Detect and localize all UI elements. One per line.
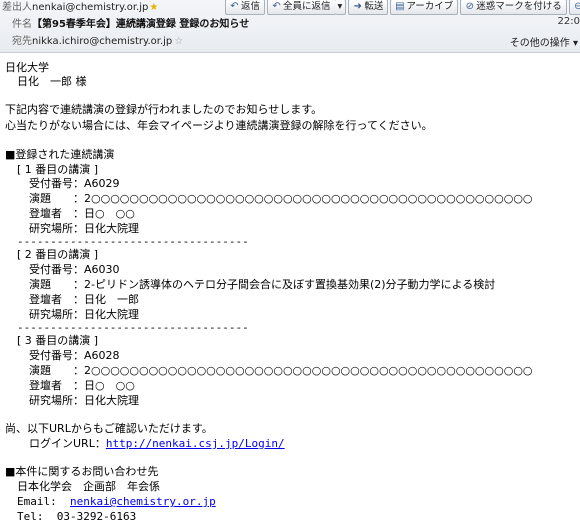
login-label: ログインURL： bbox=[29, 437, 106, 450]
reply-icon: ↶ bbox=[230, 1, 239, 12]
junk-icon: ⊘ bbox=[465, 1, 474, 12]
message-header: 差出人 nenkai@chemistry.or.jp★ ↶ 返信 ↶ 全員に返信 ▾ ➜ 転… bbox=[0, 0, 580, 53]
login-line: ログインURL：http://nenkai.csj.jp/Login/ bbox=[29, 436, 285, 451]
talk-3-place: 研究場所：日化大院理 bbox=[29, 394, 139, 407]
talk-3-title: 演題 ：2○○○○○○○○○○○○○○○○○○○○○○○○○○○○○○○○○○○… bbox=[29, 364, 533, 377]
subject-row: 件名 【第95春季年会】連続講演登録 登録のお知らせ bbox=[0, 17, 580, 33]
junk-button[interactable]: ⊘ 迷惑マークを付ける bbox=[460, 0, 567, 15]
to-label: 宛先 bbox=[12, 36, 32, 47]
section-title: ■登録された連続講演 bbox=[5, 148, 115, 161]
junk-label: 迷惑マークを付ける bbox=[476, 1, 562, 12]
talk-1-number: 受付番号：A6029 bbox=[29, 177, 120, 190]
delete-button[interactable]: ⊖削 bbox=[568, 0, 580, 15]
talk-3-heading: [ 3 番目の講演 ] bbox=[17, 334, 99, 347]
subject-text: 【第95春季年会】連続講演登録 登録のお知らせ bbox=[32, 19, 250, 30]
contact-email-link[interactable]: nenkai@chemistry.or.jp bbox=[70, 495, 216, 508]
from-label: 差出人 bbox=[2, 2, 32, 13]
reply-options-dropdown[interactable]: ▾ bbox=[334, 0, 347, 15]
contact-tel: Tel: 03-3292-6163 bbox=[17, 510, 137, 523]
talk-2-title: 演題 ：2-ピリドン誘導体のヘテロ分子間会合に及ぼす置換基効果(2)分子動力学に… bbox=[29, 278, 496, 291]
archive-label: アーカイブ bbox=[406, 1, 454, 12]
from-address[interactable]: nenkai@chemistry.or.jp★ bbox=[32, 0, 158, 16]
other-actions-menu[interactable]: その他の操作 ▾ bbox=[510, 34, 578, 49]
talk-2-presenter: 登壇者 ：日化 一郎 bbox=[29, 293, 139, 306]
archive-button[interactable]: ▤ アーカイブ bbox=[390, 0, 459, 15]
forward-icon: ➜ bbox=[353, 1, 362, 12]
archive-icon: ▤ bbox=[395, 1, 405, 12]
reply-button[interactable]: ↶ 返信 bbox=[225, 0, 266, 15]
talk-1-heading: [ 1 番目の講演 ] bbox=[17, 163, 99, 176]
login-url-link[interactable]: http://nenkai.csj.jp/Login/ bbox=[106, 437, 285, 450]
recipient-name: 日化 一郎 様 bbox=[17, 75, 87, 88]
star-icon[interactable]: ★ bbox=[149, 2, 158, 13]
reply-all-label: 全員に返信 bbox=[283, 1, 331, 12]
email-label: Email: bbox=[17, 495, 57, 508]
intro-line-2: 心当たりがない場合には、年会マイページより連続講演登録の解除を行ってください。 bbox=[5, 119, 433, 132]
talk-1-title: 演題 ：2○○○○○○○○○○○○○○○○○○○○○○○○○○○○○○○○○○○… bbox=[29, 192, 533, 205]
forward-label: 転送 bbox=[364, 1, 384, 12]
talk-3-number: 受付番号：A6028 bbox=[29, 349, 120, 362]
subject-label: 件名 bbox=[12, 19, 32, 30]
star-outline-icon[interactable]: ☆ bbox=[174, 36, 183, 47]
reply-label: 返信 bbox=[241, 1, 261, 12]
contact-title: ■本件に関するお問い合わせ先 bbox=[5, 465, 159, 478]
confirm-text: 尚、以下URLからもご確認いただけます。 bbox=[5, 422, 213, 435]
intro-line-1: 下記内容で連続講演の登録が行われましたのでお知らせします。 bbox=[5, 103, 323, 116]
contact-org: 日本化学会 企画部 年会係 bbox=[17, 480, 160, 493]
message-toolbar: ↶返信↶全員に返信▾➜転送▤アーカイブ⊘迷惑マークを付ける⊖削 bbox=[225, 0, 580, 15]
chevron-down-icon: ▾ bbox=[337, 1, 343, 12]
message-time: 22:0 bbox=[557, 16, 580, 27]
talk-2-heading: [ 2 番目の講演 ] bbox=[17, 248, 99, 261]
to-address[interactable]: nikka.ichiro@chemistry.or.jp ☆ bbox=[32, 34, 183, 50]
reply-all-icon: ↶ bbox=[272, 1, 281, 12]
forward-button[interactable]: ➜ 転送 bbox=[348, 0, 389, 15]
reply-all-button[interactable]: ↶ 全員に返信 bbox=[267, 0, 336, 15]
delete-icon: ⊖ bbox=[574, 1, 580, 12]
talk-2-number: 受付番号：A6030 bbox=[29, 263, 120, 276]
talk-1-presenter: 登壇者 ：日○ ○○ bbox=[29, 207, 135, 220]
contact-email-line: Email: nenkai@chemistry.or.jp bbox=[17, 494, 216, 509]
recipient-org: 日化大学 bbox=[5, 61, 49, 74]
talk-3-presenter: 登壇者 ：日○ ○○ bbox=[29, 379, 135, 392]
